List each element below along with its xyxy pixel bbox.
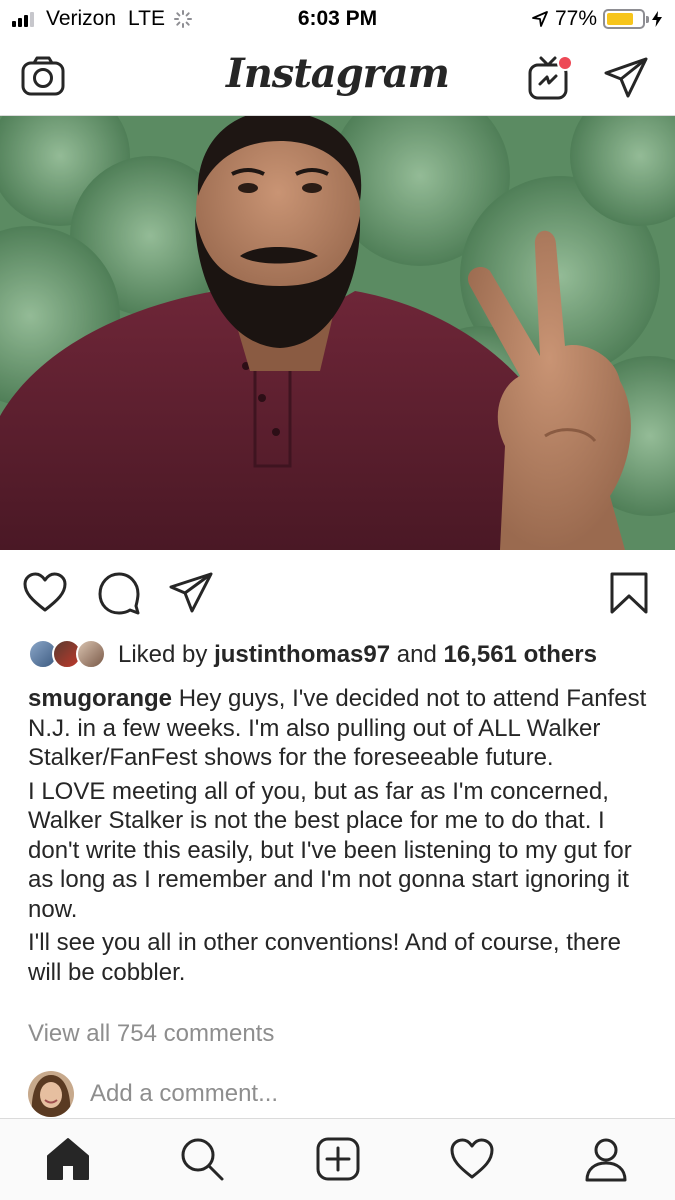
battery-percent: 77% [554, 7, 597, 30]
liker-avatars [28, 639, 108, 671]
comment-icon[interactable] [96, 570, 142, 616]
add-comment-input[interactable]: Add a comment... [90, 1080, 278, 1108]
home-icon[interactable] [44, 1135, 92, 1183]
post-action-bar [0, 560, 675, 624]
heart-icon[interactable] [22, 570, 68, 616]
bottom-tab-bar [0, 1118, 675, 1200]
caption-paragraph: smugorange Hey guys, I've decided not to… [28, 684, 658, 773]
charging-bolt-icon [652, 11, 662, 27]
view-all-comments-link[interactable]: View all 754 comments [28, 1020, 274, 1048]
location-arrow-icon [532, 11, 548, 27]
add-comment-row[interactable]: Add a comment... [28, 1070, 278, 1118]
likes-summary[interactable]: Liked by justinthomas97 and 16,561 other… [28, 638, 597, 672]
bookmark-icon[interactable] [606, 570, 652, 616]
status-bar: Verizon LTE 6:03 PM 77% [0, 0, 675, 40]
search-icon[interactable] [178, 1135, 226, 1183]
share-icon[interactable] [168, 570, 214, 616]
caption-paragraph: I LOVE meeting all of you, but as far as… [28, 777, 632, 923]
caption-username[interactable]: smugorange [28, 685, 172, 712]
direct-message-icon[interactable] [602, 54, 650, 102]
status-right: 77% [531, 7, 663, 31]
activity-heart-icon[interactable] [448, 1135, 496, 1183]
caption-paragraph: I'll see you all in other conventions! A… [28, 929, 621, 986]
current-user-avatar [28, 1071, 74, 1117]
battery-icon [603, 9, 649, 29]
battery-level-fill [607, 13, 634, 25]
liked-by-username[interactable]: justinthomas97 [214, 641, 390, 669]
igtv-notification-dot [557, 55, 573, 71]
post-caption: smugorange Hey guys, I've decided not to… [28, 684, 658, 991]
add-post-icon[interactable] [314, 1135, 362, 1183]
liker-avatar [76, 639, 106, 669]
liked-by-prefix: Liked by [118, 641, 208, 668]
igtv-icon[interactable] [524, 52, 576, 104]
post-photo[interactable] [0, 116, 675, 550]
liked-by-others-count[interactable]: 16,561 others [444, 641, 597, 669]
top-navigation-bar: Instagram [0, 40, 675, 116]
liked-by-conjunction: and [396, 641, 437, 668]
profile-icon[interactable] [582, 1135, 630, 1183]
